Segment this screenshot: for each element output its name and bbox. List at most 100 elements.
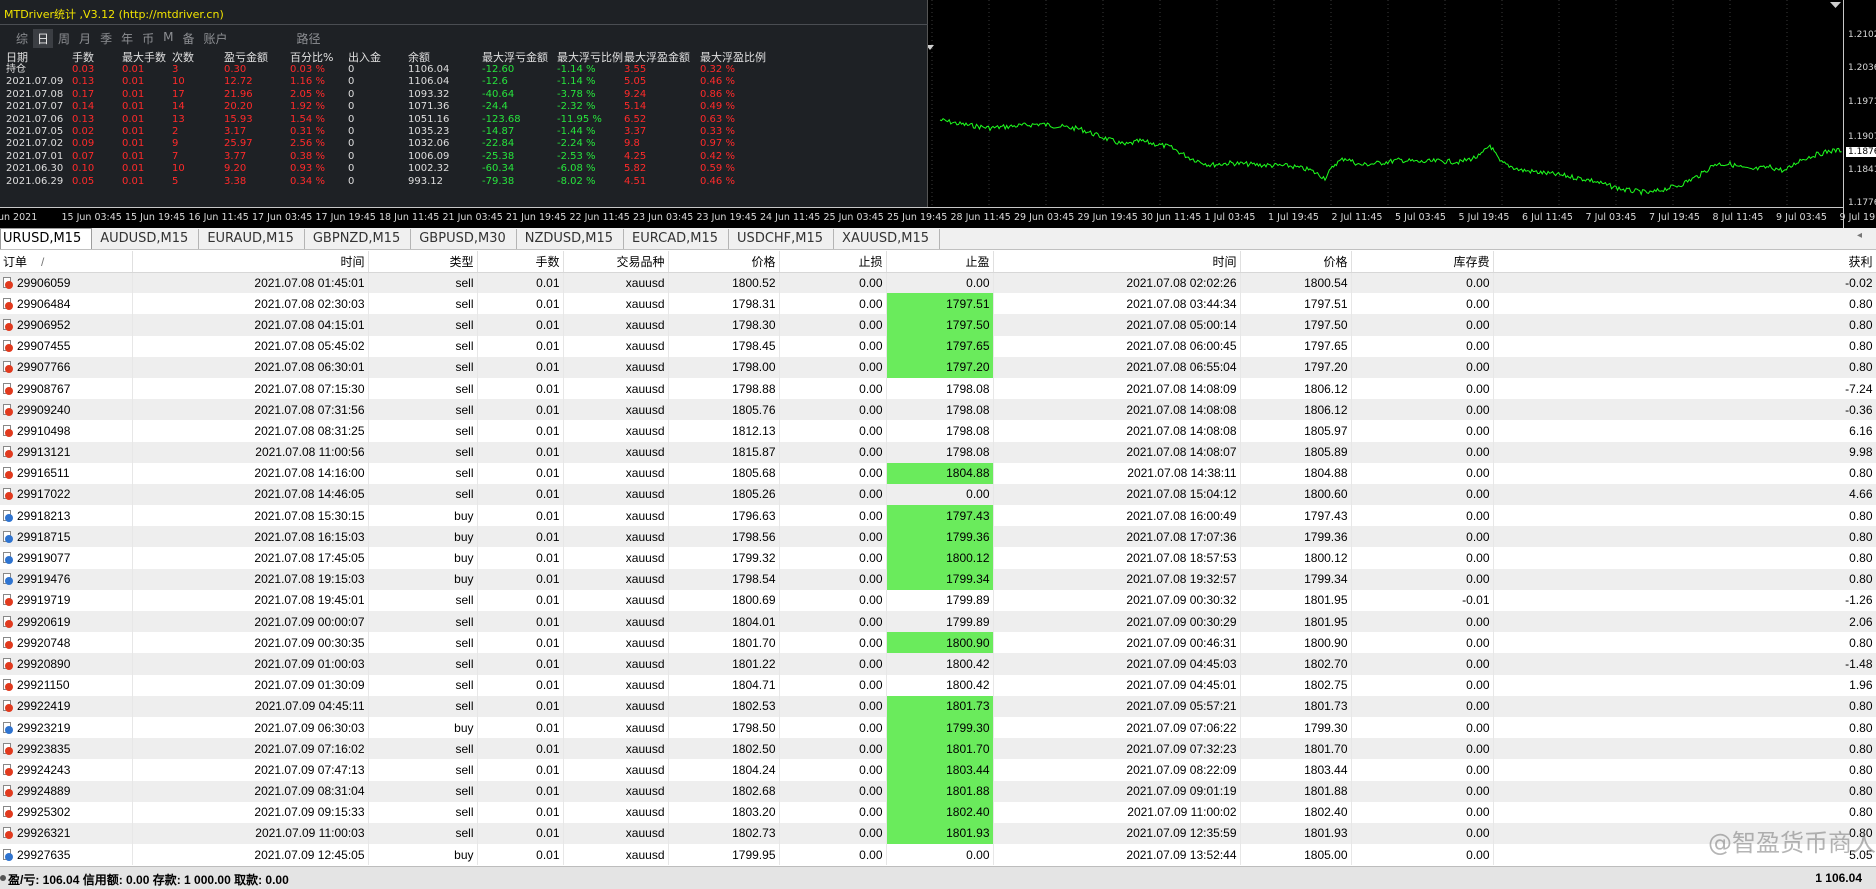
table-row[interactable]: 29919476 2021.07.08 19:15:03 buy 0.01 xauusd…	[0, 568, 1876, 590]
table-row[interactable]: 29919719 2021.07.08 19:45:01 sell 0.01 xauus…	[0, 589, 1876, 611]
table-row[interactable]: 29920619 2021.07.09 00:00:07 sell 0.01 xauus…	[0, 611, 1876, 633]
table-row[interactable]: 29910498 2021.07.08 08:31:25 sell 0.01 xauus…	[0, 420, 1876, 442]
table-cell: 2021.07.09 00:00:07	[132, 611, 369, 633]
stats-cell: 0.01	[122, 88, 145, 100]
stats-tab[interactable]: 备	[178, 29, 198, 48]
sell-order-icon	[3, 742, 13, 755]
table-row[interactable]: 29906952 2021.07.08 04:15:01 sell 0.01 xauus…	[0, 314, 1876, 336]
table-cell: 1798.30	[668, 314, 780, 336]
chart-tab[interactable]: URUSD,M15	[0, 228, 93, 249]
table-row[interactable]: 29906059 2021.07.08 01:45:01 sell 0.01 xauus…	[0, 272, 1876, 294]
chart-tab[interactable]: EURAUD,M15	[199, 229, 305, 249]
time-label: 23 Jun 03:45	[633, 212, 694, 223]
stats-tab[interactable]: 日	[33, 29, 54, 48]
table-cell: 1805.76	[668, 399, 780, 421]
table-cell: 0.00	[886, 272, 994, 294]
stats-tab[interactable]: 年	[117, 29, 137, 48]
table-row[interactable]: 29906484 2021.07.08 02:30:03 sell 0.01 xauus…	[0, 293, 1876, 315]
table-cell: 2021.07.08 15:04:12	[993, 483, 1241, 506]
table-row[interactable]: 29920748 2021.07.09 00:30:35 sell 0.01 xauus…	[0, 632, 1876, 654]
stats-cell: 21.96	[224, 88, 253, 100]
table-cell: xauusd	[563, 420, 669, 442]
status-summary: 盈/亏: 106.04 信用额: 0.00 存款: 1 000.00 取款: 0…	[8, 873, 289, 887]
table-cell: 0.00	[779, 695, 887, 717]
order-ticket: 29920748	[3, 636, 129, 650]
column-header[interactable]: 订单 /	[0, 251, 133, 273]
table-row[interactable]: 29922419 2021.07.09 04:45:11 sell 0.01 xauus…	[0, 695, 1876, 717]
column-header[interactable]: 时间	[132, 251, 369, 273]
table-row[interactable]: 29927635 2021.07.09 12:45:05 buy 0.01 xauusd…	[0, 844, 1876, 866]
price-label: 1.1841	[1848, 165, 1876, 175]
stats-tab[interactable]: 账户	[199, 29, 231, 48]
table-row[interactable]: 29907455 2021.07.08 05:45:02 sell 0.01 xauus…	[0, 335, 1876, 357]
table-row[interactable]: 29923835 2021.07.09 07:16:02 sell 0.01 xauus…	[0, 738, 1876, 760]
table-cell: 2021.07.09 11:00:02	[993, 801, 1241, 823]
column-header[interactable]: 止盈	[886, 251, 994, 273]
table-row[interactable]: 29923219 2021.07.09 06:30:03 buy 0.01 xauusd…	[0, 716, 1876, 739]
table-cell: 0.00	[779, 272, 887, 294]
order-type-dot-icon	[5, 598, 13, 607]
table-row[interactable]: 29918715 2021.07.08 16:15:03 buy 0.01 xauusd…	[0, 526, 1876, 548]
table-row[interactable]: 29913121 2021.07.08 11:00:56 sell 0.01 xauus…	[0, 441, 1876, 463]
table-row[interactable]: 29926321 2021.07.09 11:00:03 sell 0.01 xauus…	[0, 822, 1876, 845]
column-header[interactable]: 手数	[477, 251, 564, 273]
stats-tab[interactable]: 综	[12, 29, 32, 48]
price-chart[interactable]: 1.2102 1.2036 1.1971 1.1907 1.1876 1.1841 1.17…	[0, 0, 1876, 228]
table-cell: 1799.34	[1240, 568, 1352, 590]
order-ticket: 29926321	[3, 826, 129, 840]
chart-tab[interactable]: GBPNZD,M15	[305, 229, 412, 249]
stats-tab[interactable]: 月	[75, 29, 95, 48]
table-cell: 2021.07.08 14:46:05	[132, 483, 369, 506]
column-header[interactable]: 价格	[1240, 251, 1352, 273]
table-row[interactable]: 29916511 2021.07.08 14:16:00 sell 0.01 xauus…	[0, 462, 1876, 484]
table-row[interactable]: 29907766 2021.07.08 06:30:01 sell 0.01 xauus…	[0, 356, 1876, 378]
column-header[interactable]: 价格	[668, 251, 780, 273]
table-cell: 0.00	[779, 356, 887, 378]
table-cell: 1802.40	[1240, 801, 1352, 823]
table-cell: 29920619	[0, 611, 133, 633]
stats-row: 2021.07.07 0.14 0.01 14 20.20 1.92 % 0 1071.36 -…	[6, 101, 926, 113]
chart-tab[interactable]: NZDUSD,M15	[517, 229, 625, 249]
stats-row: 2021.06.30 0.10 0.01 10 9.20 0.93 % 0 1002.32 -6…	[6, 163, 926, 175]
stats-tab-path[interactable]: 路径	[293, 29, 325, 48]
table-row[interactable]: 29917022 2021.07.08 14:46:05 sell 0.01 xauus…	[0, 483, 1876, 506]
stats-tab[interactable]: 季	[96, 29, 116, 48]
order-ticket: 29927635	[3, 848, 129, 862]
table-row[interactable]: 29925302 2021.07.09 09:15:33 sell 0.01 xauus…	[0, 801, 1876, 823]
table-cell: 1798.08	[886, 399, 994, 421]
time-label: 29 Jun 19:45	[1077, 212, 1138, 223]
chart-tab[interactable]: USDCHF,M15	[729, 229, 835, 249]
table-row[interactable]: 29924243 2021.07.09 07:47:13 sell 0.01 xauus…	[0, 759, 1876, 781]
column-header[interactable]: 类型	[368, 251, 478, 273]
table-cell: 29924243	[0, 759, 133, 781]
column-header[interactable]: 获利	[1493, 251, 1876, 273]
chart-tab[interactable]: EURCAD,M15	[624, 229, 730, 249]
stats-tab[interactable]: 币	[138, 29, 158, 48]
table-row[interactable]: 29924889 2021.07.09 08:31:04 sell 0.01 xauus…	[0, 780, 1876, 802]
order-type-dot-icon	[5, 556, 13, 565]
column-header[interactable]: 时间	[993, 251, 1241, 273]
table-row[interactable]: 29920890 2021.07.09 01:00:03 sell 0.01 xauus…	[0, 653, 1876, 675]
stats-cell: 1106.04	[408, 64, 450, 75]
table-row[interactable]: 29919077 2021.07.08 17:45:05 buy 0.01 xauusd…	[0, 547, 1876, 569]
table-row[interactable]: 29908767 2021.07.08 07:15:30 sell 0.01 xauus…	[0, 377, 1876, 400]
table-body: 29906059 2021.07.08 01:45:01 sell 0.01 xauus…	[0, 272, 1876, 866]
stats-tab[interactable]: 周	[54, 29, 74, 48]
column-header[interactable]: 库存费	[1351, 251, 1494, 273]
order-number: 29918213	[17, 508, 71, 523]
stats-tab[interactable]: M	[159, 29, 177, 48]
tab-scroll-left-icon[interactable]: ◂	[1857, 230, 1862, 241]
chart-tab[interactable]: XAUUSD,M15	[834, 229, 941, 249]
table-cell: 2021.07.09 11:00:03	[132, 822, 369, 845]
stats-cell: 0.01	[122, 101, 145, 113]
column-header[interactable]: 止损	[779, 251, 887, 273]
chart-tab[interactable]: AUDUSD,M15	[92, 229, 200, 249]
table-cell: 0.01	[477, 589, 564, 611]
price-label: 1.1907	[1848, 132, 1876, 142]
chart-tab[interactable]: GBPUSD,M30	[411, 229, 517, 249]
table-row[interactable]: 29921150 2021.07.09 01:30:09 sell 0.01 xauus…	[0, 674, 1876, 696]
table-row[interactable]: 29918213 2021.07.08 15:30:15 buy 0.01 xauusd…	[0, 505, 1876, 527]
column-header[interactable]: 交易品种	[563, 251, 669, 273]
table-row[interactable]: 29909240 2021.07.08 07:31:56 sell 0.01 xauus…	[0, 399, 1876, 421]
stats-cell: 3.37	[624, 125, 647, 137]
